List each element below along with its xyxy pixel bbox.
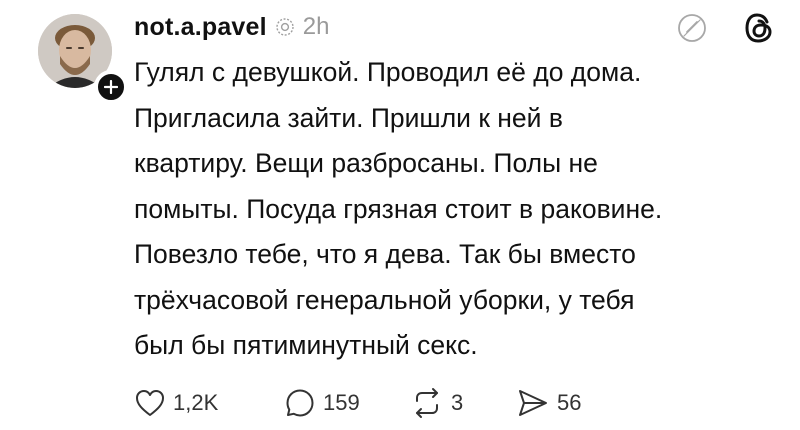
reply-button[interactable]: 159 <box>284 387 410 419</box>
threads-logo[interactable] <box>744 12 774 49</box>
username[interactable]: not.a.pavel <box>134 13 267 42</box>
quote-off-icon[interactable] <box>676 12 708 49</box>
like-button[interactable]: 1,2K <box>134 388 284 418</box>
avatar-container[interactable] <box>38 14 128 104</box>
post-header: not.a.pavel 2h <box>134 10 330 44</box>
text-line: помыты. Посуда грязная стоит в раковине. <box>134 193 663 224</box>
plus-icon <box>104 80 118 94</box>
reposted-icon <box>275 17 295 37</box>
header-actions <box>676 12 774 49</box>
text-line: Пригласила зайти. Пришли к ней в <box>134 102 563 133</box>
follow-button[interactable] <box>94 70 128 104</box>
repost-icon <box>416 388 438 418</box>
text-line: Гулял с девушкой. Проводил её до дома. <box>134 57 642 87</box>
repost-button[interactable]: 3 <box>410 387 516 419</box>
action-bar: 1,2K 159 3 56 <box>134 386 581 420</box>
text-line: был бы пятиминутный секс. <box>134 330 478 360</box>
timestamp: 2h <box>302 13 330 40</box>
text-line: трёхчасовой генеральной уборки, у тебя <box>134 284 635 315</box>
like-count: 1,2K <box>173 390 219 415</box>
share-button[interactable]: 56 <box>516 387 581 419</box>
heart-icon <box>136 390 164 416</box>
comment-icon <box>286 389 314 417</box>
threads-post: not.a.pavel 2h Гулял с девушкой. Проводи… <box>0 0 800 430</box>
share-count: 56 <box>557 390 582 415</box>
send-icon <box>519 390 547 416</box>
reply-count: 159 <box>323 390 360 415</box>
post-text: Гулял с девушкой. Проводил её до дома. П… <box>134 50 784 369</box>
text-line: Повезло тебе, что я дева. Так бы вместо <box>134 239 636 269</box>
text-line: квартиру. Вещи разбросаны. Полы не <box>134 148 598 178</box>
repost-count: 3 <box>451 390 464 415</box>
